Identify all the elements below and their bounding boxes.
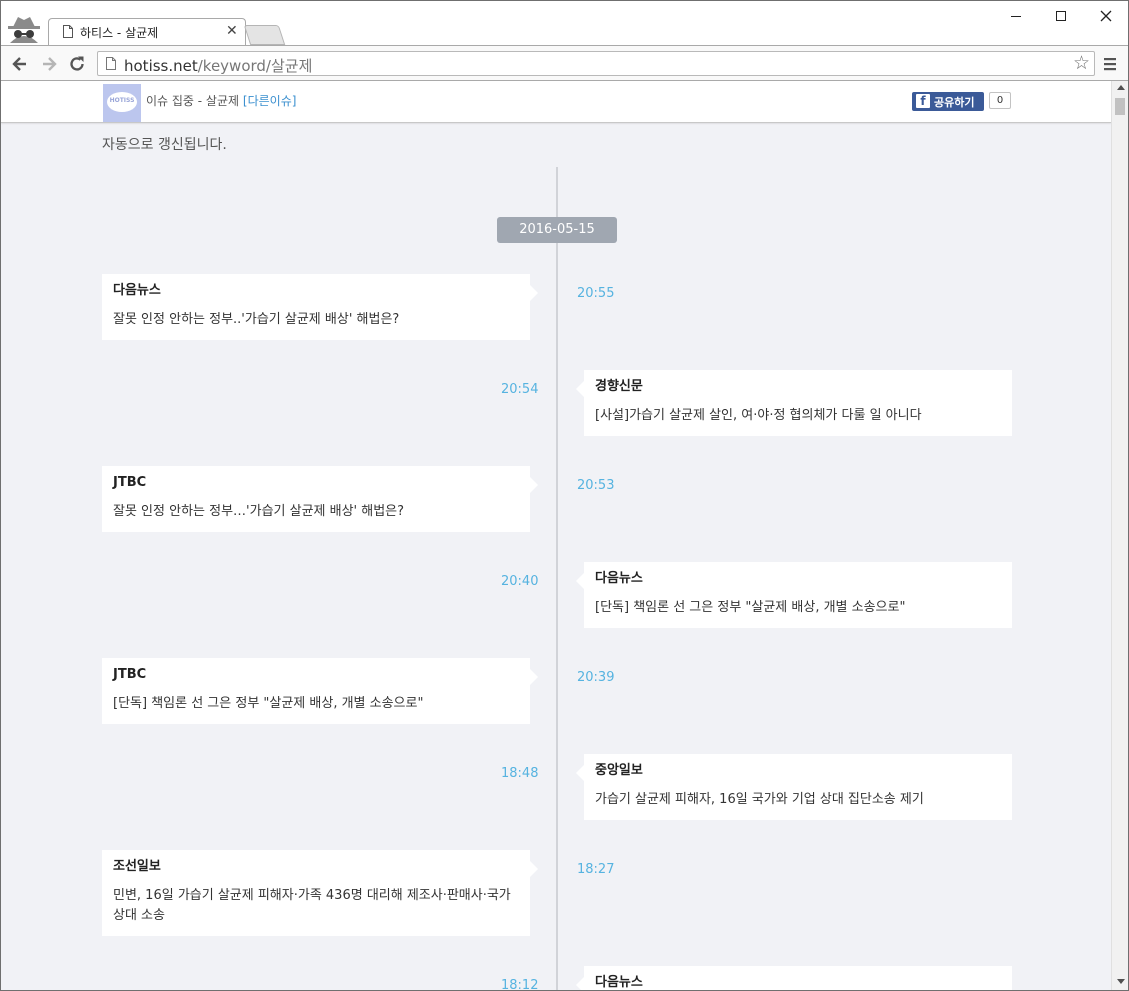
news-source: JTBC: [113, 667, 147, 682]
other-issue-link[interactable]: [다른이슈]: [243, 94, 297, 108]
back-arrow-icon[interactable]: [10, 54, 30, 74]
url-path: /keyword/살균제: [197, 57, 313, 75]
news-time: 20:53: [577, 478, 615, 493]
news-card[interactable]: 다음뉴스 잘못 인정 안하는 정부..'가습기 살균제 배상' 해법은?: [102, 274, 538, 340]
tab-close-icon[interactable]: ✕: [226, 23, 238, 39]
bookmark-star-icon[interactable]: ☆: [1073, 53, 1090, 73]
minimize-button[interactable]: [1001, 6, 1031, 26]
issue-title: 이슈 집중 - 살균제 [다른이슈]: [146, 92, 296, 109]
reload-icon[interactable]: [67, 54, 87, 74]
news-source: 조선일보: [113, 859, 161, 874]
incognito-icon: [8, 17, 40, 43]
url-host: hotiss.net: [124, 57, 198, 75]
new-tab-button[interactable]: [243, 25, 286, 45]
news-source: 다음뉴스: [113, 283, 161, 298]
page-scrollbar[interactable]: [1111, 81, 1128, 990]
news-card[interactable]: 다음뉴스 [단독] 책임론 선 그은 정부 "살균제 배상, 개별 소송으로": [576, 562, 1012, 628]
news-headline[interactable]: 민변, 16일 가습기 살균제 피해자·가족 436명 대리해 제조사·판매사·…: [113, 886, 520, 926]
news-source: 경향신문: [595, 379, 643, 394]
facebook-share-button[interactable]: f 공유하기: [912, 92, 984, 111]
maximize-button[interactable]: [1046, 6, 1076, 26]
news-time: 18:12: [501, 978, 539, 991]
news-card[interactable]: 다음뉴스: [576, 966, 1012, 990]
tab-bar: 하티스 - 살균제 ✕: [1, 1, 1128, 45]
news-headline[interactable]: [단독] 책임론 선 그은 정부 "살균제 배상, 개별 소송으로": [595, 598, 1002, 618]
news-time: 20:40: [501, 574, 539, 589]
facebook-icon: f: [916, 94, 930, 108]
news-card[interactable]: 조선일보 민변, 16일 가습기 살균제 피해자·가족 436명 대리해 제조사…: [102, 850, 538, 936]
news-card[interactable]: 중앙일보 가습기 살균제 피해자, 16일 국가와 기업 상대 집단소송 제기: [576, 754, 1012, 820]
close-icon: [1100, 10, 1112, 22]
scroll-up-arrow-icon[interactable]: [1117, 85, 1125, 90]
news-card[interactable]: 경향신문 [사설]가습기 살균제 살인, 여·야·정 협의체가 다룰 일 아니다: [576, 370, 1012, 436]
news-source: 중앙일보: [595, 763, 643, 778]
news-source: 다음뉴스: [595, 975, 643, 990]
news-time: 20:54: [501, 382, 539, 397]
forward-arrow-icon[interactable]: [39, 54, 59, 74]
news-headline[interactable]: [사설]가습기 살균제 살인, 여·야·정 협의체가 다룰 일 아니다: [595, 406, 1002, 426]
share-count: 0: [989, 92, 1011, 109]
menu-icon[interactable]: [1103, 57, 1117, 71]
news-time: 18:48: [501, 766, 539, 781]
news-headline[interactable]: 잘못 인정 안하는 정부..'가습기 살균제 배상' 해법은?: [113, 310, 520, 330]
url-text: hotiss.net/keyword/살균제: [124, 55, 312, 76]
site-header: HOTISS 이슈 집중 - 살균제 [다른이슈] f 공유하기 0: [1, 81, 1111, 123]
news-source: 다음뉴스: [595, 571, 643, 586]
scroll-thumb[interactable]: [1115, 98, 1125, 115]
browser-window: 하티스 - 살균제 ✕ hotiss.net/keyword/살균제 ☆ HOT…: [0, 0, 1129, 991]
news-time: 18:27: [577, 862, 615, 877]
news-time: 20:55: [577, 286, 615, 301]
issue-label-text: 이슈 집중 - 살균제: [146, 94, 240, 108]
auto-refresh-notice: 자동으로 갱신됩니다.: [102, 137, 227, 153]
date-badge: 2016-05-15: [497, 217, 617, 243]
news-card[interactable]: JTBC 잘못 인정 안하는 정부…'가습기 살균제 배상' 해법은?: [102, 466, 538, 532]
news-headline[interactable]: 가습기 살균제 피해자, 16일 국가와 기업 상대 집단소송 제기: [595, 790, 1002, 810]
news-time: 20:39: [577, 670, 615, 685]
logo-text: HOTISS: [109, 97, 135, 104]
close-window-button[interactable]: [1091, 6, 1121, 26]
hotiss-logo[interactable]: HOTISS: [103, 84, 141, 122]
minimize-icon: [1011, 16, 1021, 17]
page-icon: [63, 25, 73, 38]
timeline-line: [556, 167, 558, 990]
maximize-icon: [1056, 11, 1066, 21]
news-card[interactable]: JTBC [단독] 책임론 선 그은 정부 "살균제 배상, 개별 소송으로": [102, 658, 538, 724]
share-label: 공유하기: [934, 96, 975, 109]
news-source: JTBC: [113, 475, 147, 490]
news-headline[interactable]: 잘못 인정 안하는 정부…'가습기 살균제 배상' 해법은?: [113, 502, 520, 522]
page-icon: [106, 57, 116, 70]
scroll-down-arrow-icon[interactable]: [1117, 979, 1125, 984]
tab-title: 하티스 - 살균제: [80, 26, 159, 40]
address-bar[interactable]: hotiss.net/keyword/살균제 ☆: [97, 51, 1095, 76]
tab-active[interactable]: 하티스 - 살균제 ✕: [48, 18, 246, 45]
news-headline[interactable]: [단독] 책임론 선 그은 정부 "살균제 배상, 개별 소송으로": [113, 694, 520, 714]
browser-toolbar: hotiss.net/keyword/살균제 ☆: [1, 45, 1128, 81]
